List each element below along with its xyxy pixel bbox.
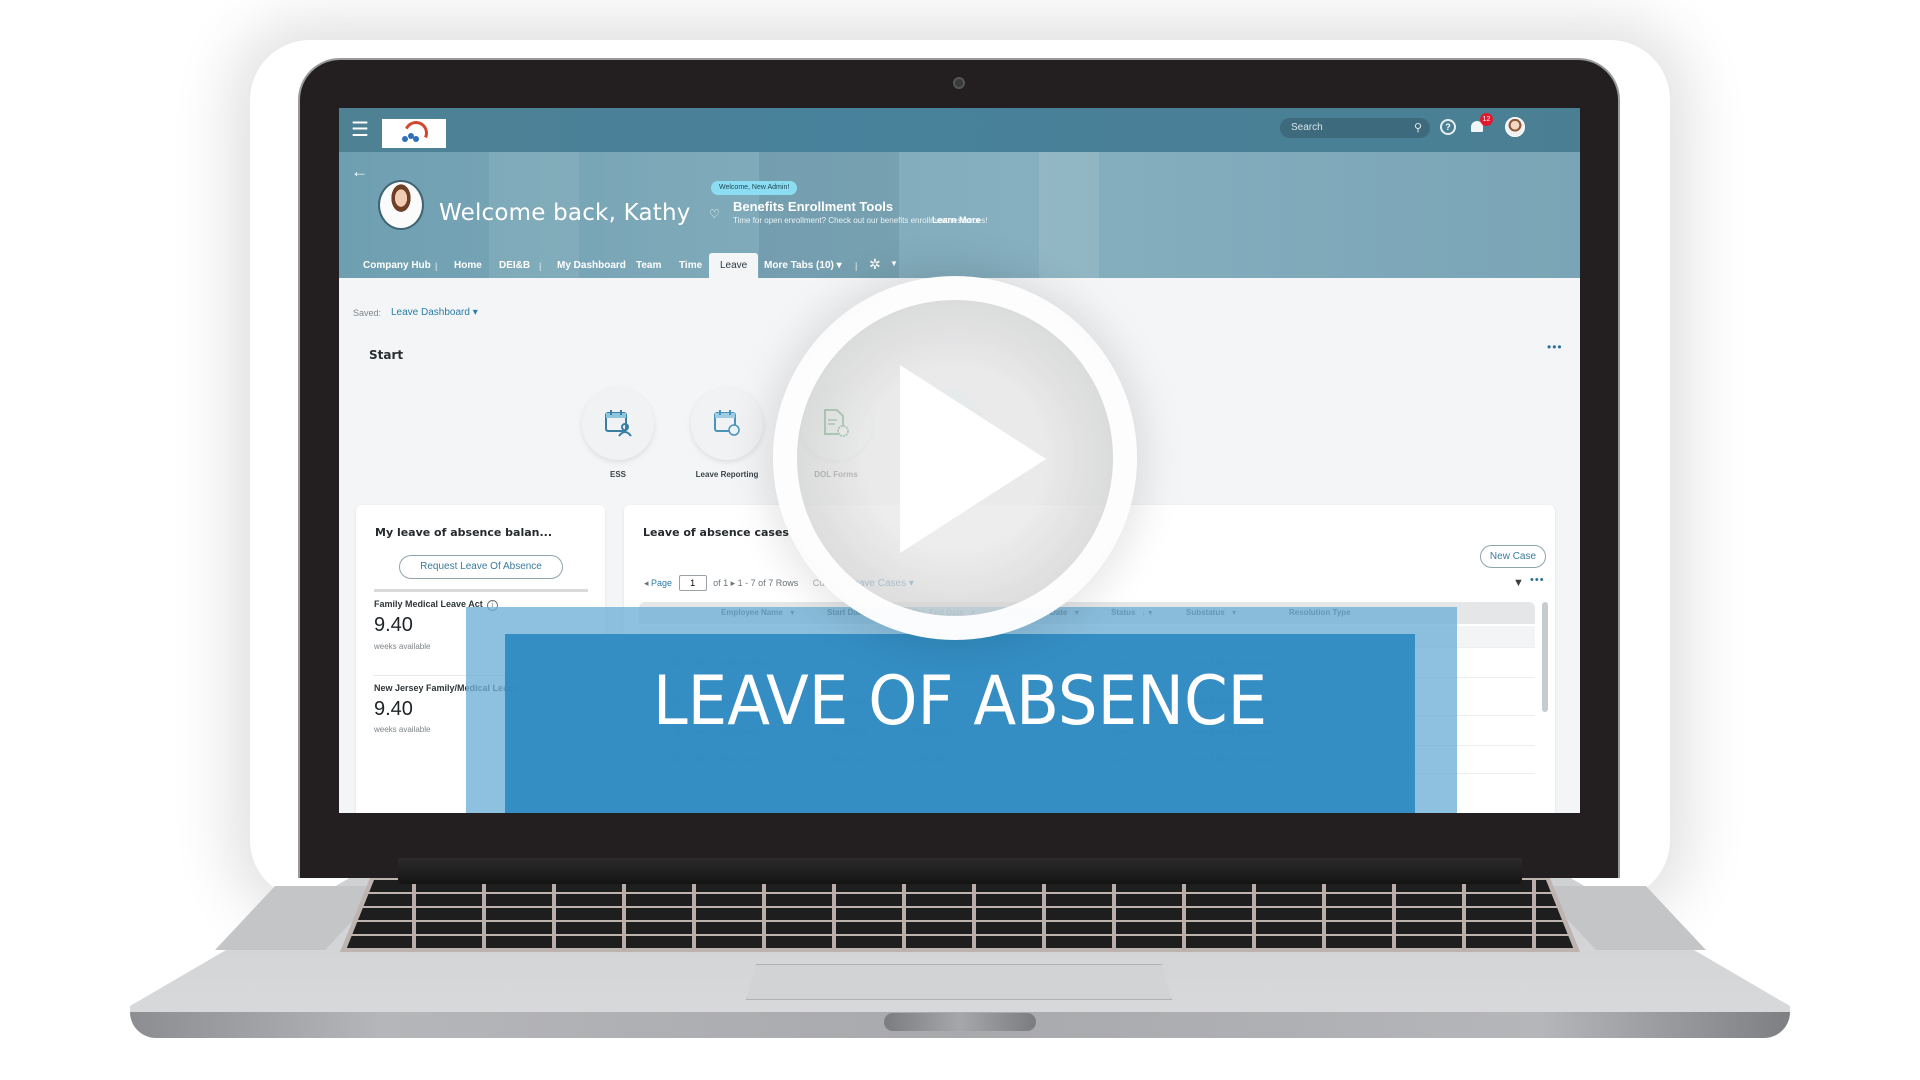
more-options-icon[interactable]: •••	[1547, 340, 1563, 354]
saved-dashboard-dropdown[interactable]: Leave Dashboard ▾	[391, 307, 478, 318]
new-case-button[interactable]: New Case	[1480, 545, 1546, 568]
tab-home[interactable]: Home	[454, 253, 482, 278]
promo-title: Benefits Enrollment Tools	[733, 199, 894, 214]
next-page-icon[interactable]: ▸	[731, 578, 738, 588]
tab-company-hub[interactable]: Company Hub	[363, 253, 431, 278]
search-placeholder: Search	[1291, 122, 1323, 133]
balance-value: 9.40	[374, 698, 413, 720]
launcher-ess[interactable]: ESS	[578, 388, 658, 479]
video-title: LEAVE OF ABSENCE	[652, 662, 1268, 741]
top-nav-bar: ☰ Search ⚲ ? 12	[339, 108, 1580, 152]
request-leave-button[interactable]: Request Leave Of Absence	[399, 555, 563, 579]
tab-divider: |	[435, 261, 438, 271]
profile-photo[interactable]	[378, 180, 424, 230]
launcher-leave-reporting[interactable]: Leave Reporting	[687, 388, 767, 479]
balance-unit: weeks available	[374, 725, 431, 734]
webcam-icon	[953, 77, 965, 89]
keyboard-keys	[346, 880, 1574, 950]
start-section-title: Start	[369, 348, 404, 362]
tab-leave[interactable]: Leave	[709, 253, 759, 278]
search-input[interactable]: Search ⚲	[1280, 118, 1430, 138]
welcome-heading: Welcome back, Kathy	[439, 200, 691, 226]
admin-welcome-pill[interactable]: Welcome, New Admin!	[711, 181, 798, 195]
notification-badge: 12	[1480, 113, 1493, 126]
launcher-label: Leave Reporting	[695, 470, 759, 479]
page-count: of 1	[713, 578, 729, 588]
tab-team[interactable]: Team	[636, 253, 661, 278]
page-label: Page	[651, 578, 673, 588]
tab-time[interactable]: Time	[679, 253, 702, 278]
help-circle-icon[interactable]: ?	[1440, 119, 1456, 135]
tab-divider: |	[539, 261, 542, 271]
launcher-circle	[582, 388, 654, 460]
filter-icon[interactable]: ▼	[1513, 577, 1524, 589]
tab-divider: |	[855, 261, 858, 271]
more-options-icon[interactable]: •••	[1530, 574, 1545, 586]
page-number-input[interactable]	[678, 575, 707, 591]
menu-icon[interactable]: ☰	[351, 120, 369, 140]
trackpad	[746, 964, 1172, 1000]
tab-deib[interactable]: DEI&B	[499, 253, 530, 278]
chevron-down-icon[interactable]: ▼	[890, 259, 898, 268]
prev-page-icon[interactable]: ◂	[644, 578, 649, 588]
video-thumbnail: ☰ Search ⚲ ? 12 ← Welcome back, Kathy We…	[0, 0, 1920, 1080]
search-icon[interactable]: ⚲	[1414, 118, 1422, 138]
cases-card-title[interactable]: Leave of absence cases↗	[643, 526, 799, 539]
row-count: 1 - 7 of 7 Rows	[737, 578, 799, 588]
back-arrow-icon[interactable]: ←	[351, 162, 368, 182]
learn-more-link[interactable]: Learn More	[932, 215, 981, 225]
logo-people-icon	[402, 132, 420, 144]
main-tabs: Company Hub | Home DEI&B | My Dashboard …	[339, 253, 1580, 278]
balance-value: 9.40	[374, 614, 413, 636]
cases-title-text: Leave of absence cases	[643, 526, 789, 539]
calendar-person-icon	[605, 410, 632, 437]
divider	[374, 589, 588, 592]
grid-scrollbar[interactable]	[1542, 602, 1548, 712]
play-icon[interactable]	[900, 365, 1046, 553]
calendar-report-icon	[714, 410, 740, 436]
heart-pulse-icon: ♡	[709, 207, 720, 221]
user-avatar[interactable]	[1505, 117, 1525, 137]
launcher-circle	[691, 388, 763, 460]
saved-label: Saved:	[353, 308, 382, 318]
gear-icon[interactable]: ✲	[869, 256, 881, 273]
company-logo[interactable]	[382, 117, 446, 149]
launcher-label: ESS	[609, 470, 626, 479]
lid-notch	[884, 1013, 1036, 1031]
tab-more-tabs[interactable]: More Tabs (10) ▾	[764, 253, 842, 278]
laptop-hinge	[398, 858, 1522, 884]
balance-card-title: My leave of absence balan...	[375, 526, 553, 539]
balance-unit: weeks available	[374, 642, 431, 651]
tab-my-dashboard[interactable]: My Dashboard	[557, 253, 626, 278]
